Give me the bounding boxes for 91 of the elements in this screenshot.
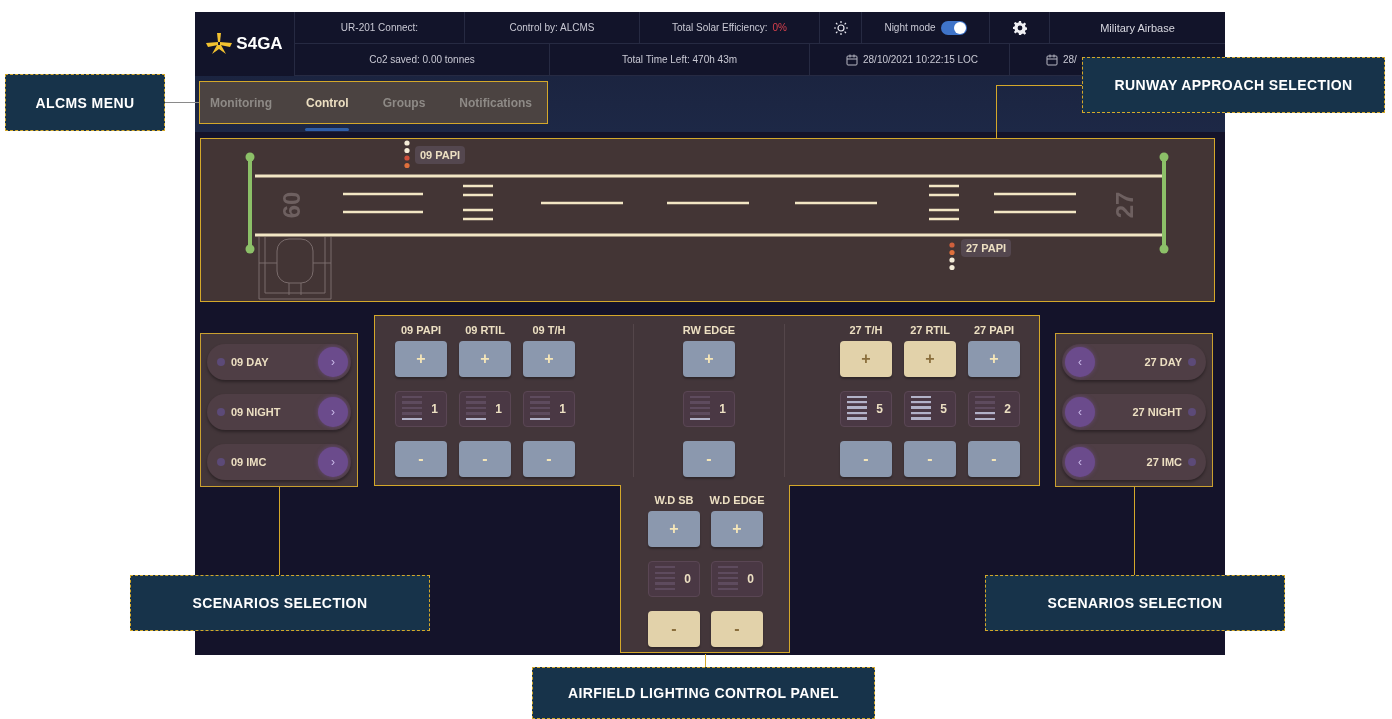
- callout-label: SCENARIOS SELECTION: [130, 575, 430, 631]
- channel-label: W.D EDGE: [709, 493, 765, 508]
- control-source: Control by: ALCMS: [509, 22, 595, 33]
- menu-tab[interactable]: Control: [306, 82, 349, 123]
- decrease-button[interactable]: -: [683, 441, 735, 477]
- channel-label: 09 T/H: [532, 323, 566, 338]
- level-reading: 5: [876, 402, 883, 416]
- channel-label: W.D SB: [654, 493, 694, 508]
- calendar-icon: [846, 53, 858, 66]
- increase-button[interactable]: +: [968, 341, 1020, 377]
- date-time: 28/: [1063, 54, 1077, 65]
- scenario-arrow-button[interactable]: ›: [318, 397, 348, 427]
- calendar-icon: [1046, 53, 1058, 66]
- decrease-button[interactable]: -: [840, 441, 892, 477]
- callout-label: RUNWAY APPROACH SELECTION: [1082, 57, 1385, 113]
- callout-label: ALCMS MENU: [5, 74, 165, 131]
- date-time: 28/10/2021 10:22:15 LOC: [863, 54, 979, 65]
- indicator-dot: [217, 408, 225, 416]
- solar-efficiency-label: Total Solar Efficiency:: [672, 22, 768, 33]
- co2-saved: Co2 saved: 0.00 tonnes: [369, 54, 475, 65]
- night-mode-label: Night mode: [884, 22, 936, 33]
- scenario-label: 27 DAY: [1143, 356, 1182, 368]
- scenario-label: 09 IMC: [231, 456, 268, 468]
- indicator-dot: [217, 458, 225, 466]
- scenario-arrow-button[interactable]: ‹: [1065, 397, 1095, 427]
- increase-button[interactable]: +: [904, 341, 956, 377]
- channel-label: 27 RTIL: [910, 323, 950, 338]
- brand-name: S4GA: [236, 34, 283, 54]
- indicator-dot: [1188, 358, 1196, 366]
- scenario-arrow-button[interactable]: ‹: [1065, 447, 1095, 477]
- decrease-button[interactable]: -: [904, 441, 956, 477]
- time-left: Total Time Left: 470h 43m: [621, 54, 738, 65]
- menu-tab[interactable]: Monitoring: [210, 82, 272, 123]
- channel-label: 27 T/H: [849, 323, 883, 338]
- scenario-label: 09 NIGHT: [231, 406, 282, 418]
- increase-button[interactable]: +: [395, 341, 447, 377]
- level-reading: 1: [719, 402, 726, 416]
- scenario-item[interactable]: 09 DAY ›: [207, 344, 351, 380]
- settings-icon[interactable]: [1012, 20, 1027, 35]
- level-reading: 0: [684, 572, 691, 586]
- increase-button[interactable]: +: [840, 341, 892, 377]
- level-reading: 2: [1004, 402, 1011, 416]
- connection-status: UR-201 Connect:: [340, 22, 419, 33]
- channel-label: 27 PAPI: [973, 323, 1015, 338]
- papi-label: 09 PAPI: [415, 146, 466, 164]
- scenario-label: 09 DAY: [231, 356, 270, 368]
- threshold-marking: [929, 184, 959, 221]
- level-reading: 0: [747, 572, 754, 586]
- scenario-item[interactable]: ‹ 27 NIGHT: [1062, 394, 1206, 430]
- plane-logo-icon: [206, 33, 233, 55]
- level-reading: 5: [940, 402, 947, 416]
- callout-label: SCENARIOS SELECTION: [985, 575, 1285, 631]
- solar-efficiency-value: 0%: [772, 22, 787, 33]
- scenario-item[interactable]: ‹ 27 IMC: [1062, 444, 1206, 480]
- site-name: Military Airbase: [1100, 21, 1175, 34]
- scenario-arrow-button[interactable]: ›: [318, 347, 348, 377]
- menu-tab[interactable]: Groups: [382, 82, 426, 123]
- channel-label: 09 PAPI: [400, 323, 442, 338]
- decrease-button[interactable]: -: [459, 441, 511, 477]
- scenario-label: 27 IMC: [1145, 456, 1182, 468]
- scenario-label: 27 NIGHT: [1131, 406, 1182, 418]
- leader-line: [165, 102, 199, 103]
- decrease-button[interactable]: -: [395, 441, 447, 477]
- sun-icon[interactable]: [833, 20, 848, 35]
- level-reading: 1: [559, 402, 566, 416]
- night-mode-toggle[interactable]: [940, 20, 967, 35]
- indicator-dot: [1188, 408, 1196, 416]
- callout-label: AIRFIELD LIGHTING CONTROL PANEL: [532, 667, 875, 719]
- indicator-dot: [1188, 458, 1196, 466]
- increase-button[interactable]: +: [459, 341, 511, 377]
- papi-label: 27 PAPI: [961, 239, 1012, 257]
- scenario-item[interactable]: 09 NIGHT ›: [207, 394, 351, 430]
- channel-label: RW EDGE: [682, 323, 736, 338]
- increase-button[interactable]: +: [648, 511, 700, 547]
- decrease-button[interactable]: -: [711, 611, 763, 647]
- indicator-dot: [217, 358, 225, 366]
- scenario-item[interactable]: ‹ 27 DAY: [1062, 344, 1206, 380]
- decrease-button[interactable]: -: [523, 441, 575, 477]
- increase-button[interactable]: +: [711, 511, 763, 547]
- increase-button[interactable]: +: [683, 341, 735, 377]
- scenario-item[interactable]: 09 IMC ›: [207, 444, 351, 480]
- level-reading: 1: [495, 402, 502, 416]
- menu-tab[interactable]: Notifications: [459, 82, 532, 123]
- threshold-marking: [463, 184, 493, 221]
- decrease-button[interactable]: -: [968, 441, 1020, 477]
- level-reading: 1: [431, 402, 438, 416]
- increase-button[interactable]: +: [523, 341, 575, 377]
- scenario-arrow-button[interactable]: ‹: [1065, 347, 1095, 377]
- decrease-button[interactable]: -: [648, 611, 700, 647]
- channel-label: 09 RTIL: [465, 323, 505, 338]
- scenario-arrow-button[interactable]: ›: [318, 447, 348, 477]
